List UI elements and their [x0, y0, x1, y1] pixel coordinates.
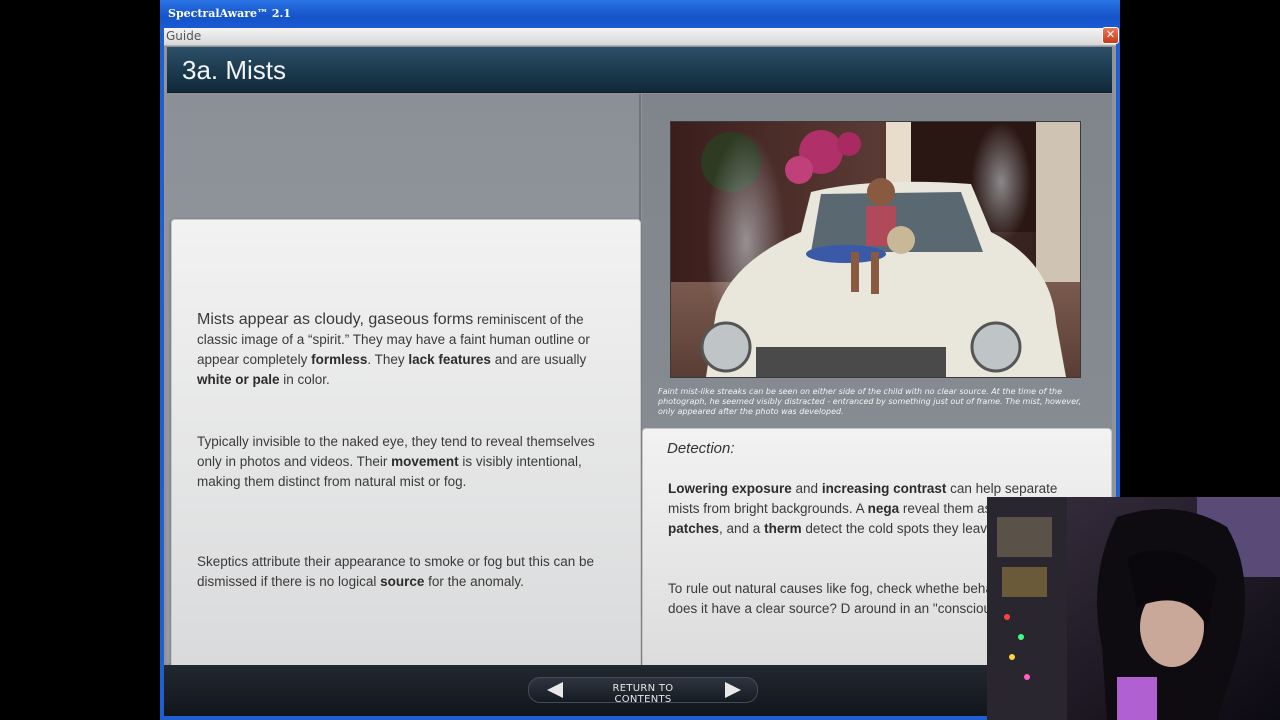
window-title: SpectralAware™ 2.1	[168, 7, 291, 20]
close-button[interactable]: ✕	[1102, 27, 1119, 44]
nav-pill: RETURN TO CONTENTS	[528, 677, 758, 705]
detection-title: Detection:	[667, 440, 735, 457]
client-area: Guide ✕ 3a. Mists Mists appear as cloudy…	[164, 27, 1119, 716]
left-panel: Mists appear as cloudy, gaseous forms re…	[167, 94, 641, 671]
page-title: 3a. Mists	[182, 55, 287, 85]
car-photo-image	[671, 122, 1080, 377]
bottom-nav-bar: RETURN TO CONTENTS	[164, 665, 1116, 716]
guide-label: Guide	[166, 29, 202, 43]
evidence-photo	[670, 121, 1081, 378]
paragraph-2: Typically invisible to the naked eye, th…	[197, 434, 595, 489]
page-header: 3a. Mists	[167, 47, 1112, 93]
description-card: Mists appear as cloudy, gaseous forms re…	[171, 219, 641, 671]
return-to-contents-button[interactable]: RETURN TO CONTENTS	[585, 683, 701, 705]
guide-bar: Guide ✕	[164, 27, 1119, 46]
next-arrow-icon[interactable]	[725, 682, 741, 698]
paragraph-3: Skeptics attribute their appearance to s…	[197, 554, 594, 589]
paragraph-1: Mists appear as cloudy, gaseous forms re…	[197, 311, 590, 387]
webcam-overlay	[987, 497, 1280, 720]
title-bar[interactable]: SpectralAware™ 2.1	[160, 0, 1120, 28]
app-window: SpectralAware™ 2.1 Guide ✕ 3a. Mists Mis…	[160, 0, 1120, 720]
webcam-image	[987, 497, 1280, 720]
previous-arrow-icon[interactable]	[547, 682, 563, 698]
photo-caption: Faint mist-like streaks can be seen on e…	[658, 387, 1082, 416]
